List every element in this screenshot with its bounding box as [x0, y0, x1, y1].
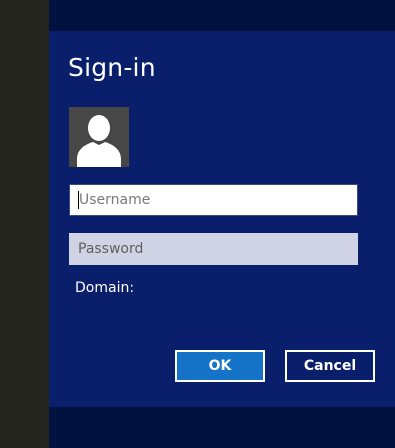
dialog-title: Sign-in — [68, 53, 156, 82]
top-band — [49, 0, 395, 31]
user-avatar — [69, 107, 129, 167]
domain-label: Domain: — [75, 280, 135, 296]
sign-in-dialog: Sign-in Domain: OK Cancel — [49, 31, 395, 407]
bottom-band — [49, 407, 395, 448]
password-input[interactable] — [69, 233, 358, 265]
cancel-button[interactable]: Cancel — [285, 350, 375, 382]
username-input[interactable] — [69, 184, 358, 216]
page: Sign-in Domain: OK Cancel — [0, 0, 395, 448]
left-strip — [0, 0, 49, 448]
user-silhouette-icon — [77, 115, 121, 167]
text-caret — [78, 191, 79, 209]
ok-button[interactable]: OK — [175, 350, 265, 382]
